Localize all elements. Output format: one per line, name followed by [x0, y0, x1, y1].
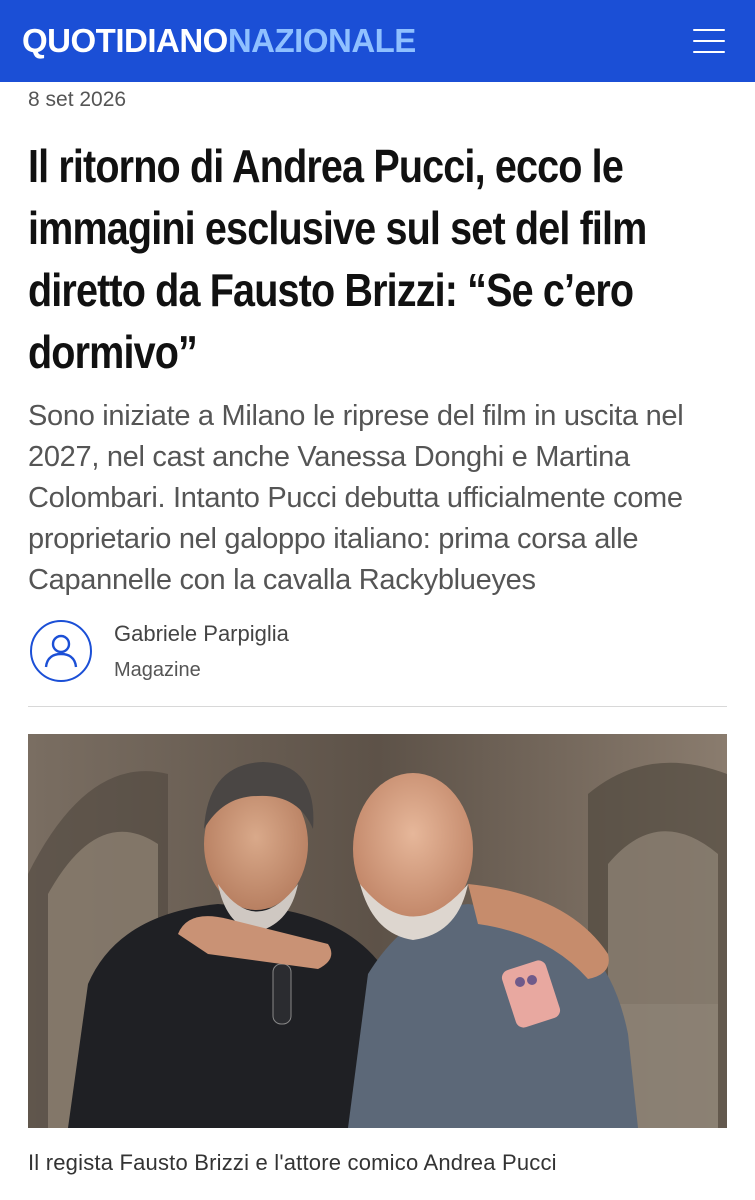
user-avatar-icon[interactable]	[30, 620, 92, 682]
logo-quotidiano: QUOTIDIANO	[22, 22, 228, 59]
author-byline: Gabriele Parpiglia Magazine	[30, 616, 289, 686]
article-photo[interactable]	[28, 734, 727, 1128]
hamburger-menu-icon[interactable]	[693, 29, 725, 53]
article-headline: Il ritorno di Andrea Pucci, ecco le imma…	[28, 140, 647, 378]
section-label[interactable]: Magazine	[114, 659, 289, 682]
site-logo[interactable]: QUOTIDIANO NAZIONALE	[22, 22, 416, 60]
photo-caption: Il regista Fausto Brizzi e l'attore comi…	[28, 1150, 557, 1175]
article-subtitle: Sono iniziate a Milano le riprese del fi…	[28, 400, 684, 596]
site-header: QUOTIDIANO NAZIONALE	[0, 0, 755, 82]
article-date: 8 set 2026	[28, 88, 127, 111]
divider	[28, 706, 727, 707]
author-name[interactable]: Gabriele Parpiglia	[114, 621, 289, 647]
logo-nazionale: NAZIONALE	[227, 22, 417, 59]
